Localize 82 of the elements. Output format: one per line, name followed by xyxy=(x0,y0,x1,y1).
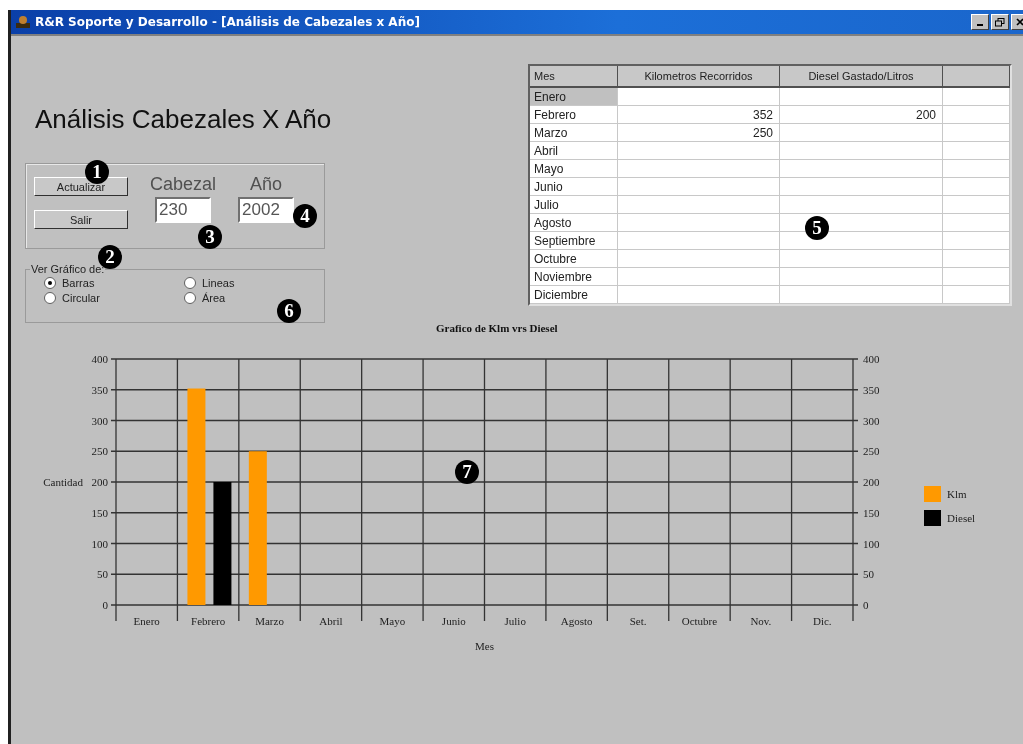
axis-tick-label: Mayo xyxy=(379,615,406,627)
minimize-button[interactable] xyxy=(971,14,989,30)
callout-marker: 3 xyxy=(198,225,222,249)
table-cell: 352 xyxy=(618,106,780,124)
table-cell[interactable]: Febrero xyxy=(530,106,618,124)
callout-marker: 1 xyxy=(85,160,109,184)
axis-tick-label: Nov. xyxy=(750,615,772,627)
callout-marker: 6 xyxy=(277,299,301,323)
table-cell[interactable]: Diciembre xyxy=(530,286,618,304)
legend-label: Klm xyxy=(947,488,967,500)
radio-option[interactable]: Lineas xyxy=(184,277,324,289)
axis-tick-label: Set. xyxy=(629,615,647,627)
input-field[interactable]: 230 xyxy=(155,197,211,223)
radio-button[interactable] xyxy=(44,277,56,289)
callout-marker: 4 xyxy=(293,204,317,228)
radio-option[interactable]: Barras xyxy=(44,277,184,289)
axis-tick-label: 350 xyxy=(863,383,880,396)
axis-tick-label: 0 xyxy=(863,599,869,611)
axis-tick-label: Abril xyxy=(319,615,343,627)
radio-button[interactable] xyxy=(184,292,196,304)
axis-tick-label: Dic. xyxy=(812,615,832,627)
radio-button[interactable] xyxy=(44,292,56,304)
axis-tick-label: Octubre xyxy=(681,615,718,627)
axis-tick-label: Febrero xyxy=(191,615,226,627)
radio-option[interactable]: Circular xyxy=(44,292,184,304)
legend-swatch xyxy=(924,486,941,502)
table-cell[interactable]: Abril xyxy=(530,142,618,160)
legend-swatch xyxy=(924,510,941,526)
legend-label: Diesel xyxy=(947,512,976,524)
restore-button[interactable] xyxy=(991,14,1009,30)
table-cell[interactable]: Mayo xyxy=(530,160,618,178)
axis-tick-label: Marzo xyxy=(255,615,284,627)
axis-tick-label: 150 xyxy=(863,506,880,519)
axis-tick-label: 250 xyxy=(91,445,108,458)
table-cell[interactable]: Junio xyxy=(530,178,618,196)
axis-title: Cantidad xyxy=(43,476,83,488)
axis-tick-label: Junio xyxy=(441,615,466,627)
chart-title: Grafico de Klm vrs Diesel xyxy=(436,322,559,334)
radio-button[interactable] xyxy=(184,277,196,289)
field-label: Año xyxy=(250,174,283,195)
axis-tick-label: Julio xyxy=(504,615,526,627)
close-icon xyxy=(1016,18,1023,26)
window-title: R&R Soporte y Desarrollo - [Análisis de Cabezales x Año] xyxy=(35,15,420,29)
axis-tick-label: 250 xyxy=(863,445,880,458)
column-header[interactable]: Diesel Gastado/Litros xyxy=(780,66,943,88)
axis-tick-label: 300 xyxy=(863,414,880,427)
page-heading: Análisis Cabezales X Año xyxy=(35,104,333,135)
action-button[interactable]: Salir xyxy=(34,210,128,229)
axis-tick-label: 50 xyxy=(97,568,108,581)
axis-tick-label: 400 xyxy=(863,353,880,365)
table-cell[interactable]: Marzo xyxy=(530,124,618,142)
field-label: Cabezal xyxy=(150,174,217,195)
table-cell[interactable]: Noviembre xyxy=(530,268,618,286)
column-header[interactable] xyxy=(943,66,1010,88)
axis-tick-label: 350 xyxy=(91,383,108,396)
action-button[interactable]: Actualizar xyxy=(34,177,128,196)
axis-tick-label: 400 xyxy=(91,353,108,365)
restore-icon xyxy=(995,17,1005,27)
axis-tick-label: 200 xyxy=(863,476,880,488)
table-cell[interactable]: Agosto xyxy=(530,214,618,232)
axis-tick-label: 300 xyxy=(91,414,108,427)
table-cell[interactable]: Septiembre xyxy=(530,232,618,250)
axis-tick-label: 150 xyxy=(91,506,108,519)
column-header[interactable]: Mes xyxy=(530,66,618,88)
column-header[interactable]: Kilometros Recorridos xyxy=(618,66,780,88)
axis-tick-label: Agosto xyxy=(560,615,593,627)
group-legend: Ver Gráfico de: xyxy=(30,263,106,275)
table-cell[interactable]: Octubre xyxy=(530,250,618,268)
axis-title: Mes xyxy=(475,640,494,652)
input-field[interactable]: 2002 xyxy=(238,197,295,223)
table-cell: 250 xyxy=(618,124,780,142)
axis-tick-label: 200 xyxy=(91,476,108,488)
axis-tick-label: 0 xyxy=(102,599,108,611)
app-icon xyxy=(15,15,31,29)
callout-marker: 7 xyxy=(455,460,479,484)
table-cell[interactable]: Julio xyxy=(530,196,618,214)
axis-tick-label: 100 xyxy=(91,537,108,550)
table-cell[interactable]: Enero xyxy=(530,88,618,106)
axis-tick-label: 100 xyxy=(863,537,880,550)
axis-tick-label: Enero xyxy=(133,615,160,627)
axis-tick-label: 50 xyxy=(863,568,874,581)
table-cell: 200 xyxy=(780,106,943,124)
